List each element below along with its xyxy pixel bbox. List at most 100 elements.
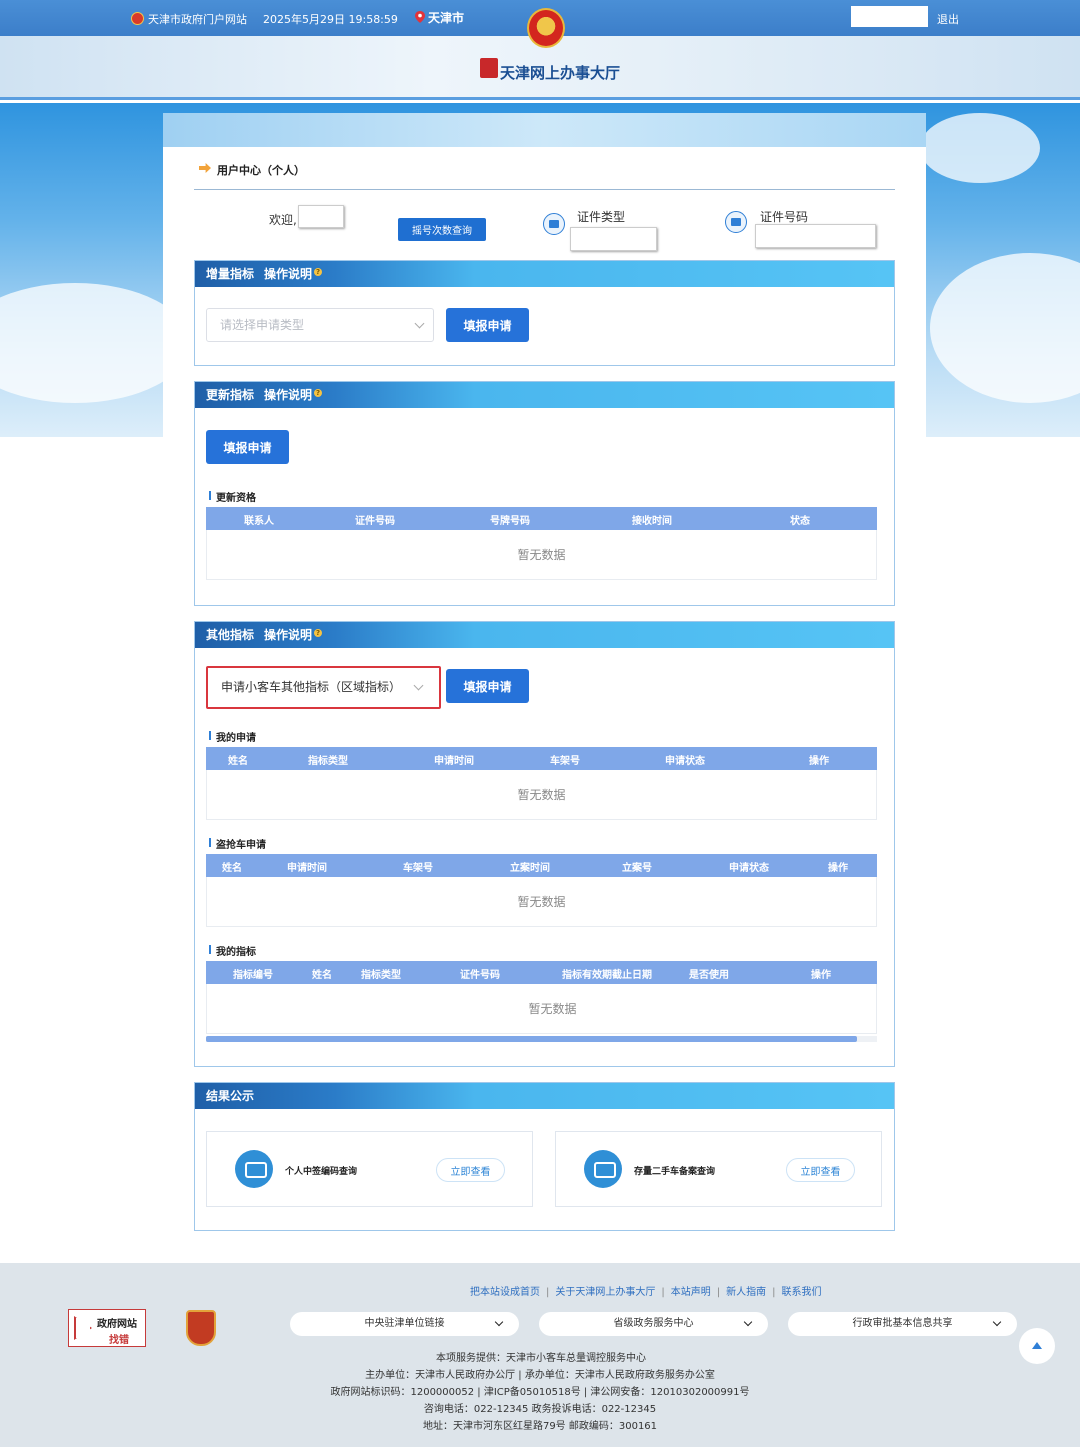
table-header: 指标编号 姓名 指标类型 证件号码 指标有效期截止日期 是否使用 操作 [206, 961, 877, 984]
theft-application-title: 盗抢车申请 [209, 836, 266, 851]
my-application-table: 姓名 指标类型 申请时间 车架号 申请状态 操作 暂无数据 [206, 747, 877, 820]
gov-error-report-badge[interactable]: 政府网站 找错 [68, 1309, 146, 1347]
horizontal-scrollbar-thumb[interactable] [206, 1036, 857, 1042]
column-header[interactable]: 申请时间 [434, 752, 474, 767]
user-name-field [298, 205, 344, 228]
incremental-apply-button[interactable]: 填报申请 [446, 308, 529, 342]
empty-state: 暂无数据 [206, 530, 877, 580]
footer-link-statement[interactable]: 本站声明 [671, 1287, 711, 1298]
column-header[interactable]: 证件号码 [355, 512, 395, 527]
party-organ-badge-icon[interactable] [186, 1310, 216, 1346]
national-emblem-icon [527, 8, 565, 48]
my-index-table: 指标编号 姓名 指标类型 证件号码 指标有效期截止日期 是否使用 操作 暂无数据 [206, 961, 877, 1034]
section-title: 增量指标 [206, 267, 255, 281]
footer-select-approval-info[interactable]: 行政审批基本信息共享 [788, 1312, 1017, 1336]
view-now-button[interactable]: 立即查看 [786, 1158, 855, 1182]
divider [194, 189, 895, 190]
other-apply-type-select[interactable]: 申请小客车其他指标（区域指标） [206, 666, 441, 709]
column-header[interactable]: 操作 [809, 752, 829, 767]
column-header[interactable]: 指标类型 [361, 966, 401, 981]
footer-link-homepage[interactable]: 把本站设成首页 [470, 1287, 540, 1298]
hall-logo-icon [480, 58, 498, 78]
hall-title[interactable]: 天津网上办事大厅 [500, 62, 620, 83]
table-header: 姓名 指标类型 申请时间 车架号 申请状态 操作 [206, 747, 877, 770]
table-header: 联系人 证件号码 号牌号码 接收时间 状态 [206, 507, 877, 530]
id-type-field [570, 227, 657, 251]
question-icon[interactable]: ? [314, 268, 323, 276]
footer-select-central-units[interactable]: 中央驻津单位链接 [290, 1312, 519, 1336]
id-number-field [755, 224, 876, 248]
result-card-lottery: 个人中签编码查询 立即查看 [206, 1131, 533, 1207]
footer-link-contact[interactable]: 联系我们 [782, 1287, 822, 1298]
username-display [851, 6, 928, 27]
question-icon[interactable]: ? [314, 629, 323, 637]
column-header[interactable]: 车架号 [550, 752, 580, 767]
panel-banner [163, 113, 926, 147]
current-city[interactable]: 天津市 [428, 9, 464, 26]
help-link[interactable]: 操作说明 [264, 267, 312, 281]
chevron-down-icon [494, 1317, 504, 1327]
section-header: 其他指标 操作说明? [195, 622, 894, 648]
table-header: 姓名 申请时间 车架号 立案时间 立案号 申请状态 操作 [206, 854, 877, 877]
logout-link[interactable]: 退出 [937, 11, 959, 27]
horizontal-scrollbar-track[interactable] [206, 1036, 877, 1042]
view-now-button[interactable]: 立即查看 [436, 1158, 505, 1182]
column-header[interactable]: 立案时间 [510, 859, 550, 874]
breadcrumb: 用户中心（个人） [217, 164, 305, 177]
section-header: 更新指标 操作说明? [195, 382, 894, 408]
column-header[interactable]: 姓名 [228, 752, 248, 767]
renewal-qualification-title: 更新资格 [209, 489, 256, 504]
column-header[interactable]: 指标类型 [308, 752, 348, 767]
column-header[interactable]: 是否使用 [689, 966, 729, 981]
column-header[interactable]: 申请状态 [729, 859, 769, 874]
select-value: 申请小客车其他指标（区域指标） [221, 680, 402, 694]
column-header[interactable]: 立案号 [622, 859, 652, 874]
help-link[interactable]: 操作说明 [264, 388, 312, 402]
id-number-icon [725, 211, 747, 233]
select-label: 省级政务服务中心 [613, 1318, 694, 1329]
question-icon[interactable]: ? [314, 389, 323, 397]
footer-link-guide[interactable]: 新人指南 [726, 1287, 766, 1298]
footer-links: 把本站设成首页 | 关于天津网上办事大厅 | 本站声明 | 新人指南 | 联系我们 [470, 1287, 822, 1298]
column-header[interactable]: 姓名 [222, 859, 242, 874]
id-type-label: 证件类型 [577, 210, 626, 224]
location-pin-icon [415, 11, 425, 23]
column-header[interactable]: 姓名 [312, 966, 332, 981]
select-placeholder: 请选择申请类型 [220, 318, 305, 332]
renewal-apply-button[interactable]: 填报申请 [206, 430, 289, 464]
column-header[interactable]: 申请状态 [665, 752, 705, 767]
footer-link-about[interactable]: 关于天津网上办事大厅 [555, 1287, 655, 1298]
column-header[interactable]: 指标有效期截止日期 [562, 966, 652, 981]
result-card-used-car: 存量二手车备案查询 立即查看 [555, 1131, 882, 1207]
section-title: 结果公示 [206, 1089, 255, 1103]
column-header[interactable]: 证件号码 [460, 966, 500, 981]
footer-info-line: 咨询电话：022-12345 政务投诉电话：022-12345 [423, 1404, 657, 1415]
apply-type-select[interactable]: 请选择申请类型 [206, 308, 434, 342]
section-header: 增量指标 操作说明? [195, 261, 894, 287]
column-header[interactable]: 操作 [828, 859, 848, 874]
empty-state: 暂无数据 [206, 877, 877, 927]
chevron-down-icon [992, 1317, 1002, 1327]
badge-text: 找错 [109, 1335, 129, 1346]
lottery-count-query-button[interactable]: 摇号次数查询 [398, 218, 486, 241]
column-header[interactable]: 联系人 [244, 512, 274, 527]
footer-select-provincial-centers[interactable]: 省级政务服务中心 [539, 1312, 768, 1336]
column-header[interactable]: 接收时间 [632, 512, 672, 527]
select-label: 行政审批基本信息共享 [852, 1318, 953, 1329]
result-card-label: 存量二手车备案查询 [634, 1167, 716, 1177]
portal-link[interactable]: 天津市政府门户网站 [148, 11, 247, 27]
help-link[interactable]: 操作说明 [264, 628, 312, 642]
column-header[interactable]: 申请时间 [287, 859, 327, 874]
national-emblem-icon [131, 12, 144, 25]
column-header[interactable]: 号牌号码 [490, 512, 530, 527]
column-header[interactable]: 指标编号 [233, 966, 273, 981]
column-header[interactable]: 车架号 [403, 859, 433, 874]
section-header: 结果公示 [195, 1083, 894, 1109]
column-header[interactable]: 状态 [790, 512, 810, 527]
other-apply-button[interactable]: 填报申请 [446, 669, 529, 703]
id-card-icon [543, 213, 565, 235]
chevron-down-icon [414, 318, 425, 329]
section-title: 其他指标 [206, 628, 255, 642]
my-index-title: 我的指标 [209, 943, 256, 958]
column-header[interactable]: 操作 [811, 966, 831, 981]
